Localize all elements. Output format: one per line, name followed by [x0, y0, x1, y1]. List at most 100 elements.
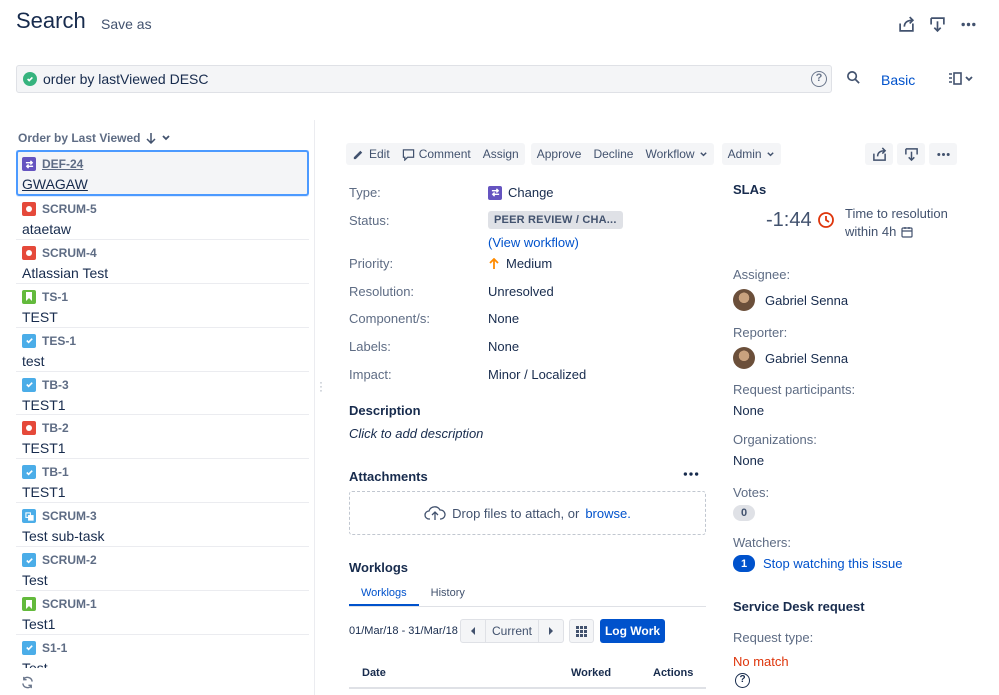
- change-type-icon: [22, 157, 36, 171]
- issue-key[interactable]: DEF-24: [42, 157, 83, 171]
- issue-summary: Test: [22, 572, 48, 589]
- tab-worklogs[interactable]: Worklogs: [349, 585, 419, 606]
- tab-history[interactable]: History: [419, 585, 477, 606]
- issue-key[interactable]: SCRUM-1: [42, 597, 97, 611]
- browse-link[interactable]: browse.: [585, 506, 631, 521]
- issue-key[interactable]: TS-1: [42, 290, 68, 304]
- assignee-value[interactable]: Gabriel Senna: [733, 289, 848, 311]
- list-item[interactable]: TB-3 TEST1: [16, 372, 309, 416]
- issue-key[interactable]: TB-1: [42, 465, 69, 479]
- participants-value: None: [733, 403, 765, 418]
- basic-mode-link[interactable]: Basic: [881, 72, 915, 88]
- attachments-more-icon[interactable]: [682, 467, 700, 481]
- chevron-right-icon: [549, 627, 553, 635]
- share-issue-button[interactable]: [865, 143, 893, 165]
- workflow-dropdown[interactable]: Workflow: [639, 143, 713, 165]
- current-period-button[interactable]: Current: [485, 620, 539, 642]
- assignee-label: Assignee:: [733, 267, 791, 282]
- list-item[interactable]: TES-1 test: [16, 328, 309, 372]
- labels-value: None: [488, 339, 520, 354]
- export-icon[interactable]: [927, 14, 947, 34]
- layout-icon: [949, 72, 962, 85]
- save-as-button[interactable]: Save as: [101, 16, 152, 32]
- list-item[interactable]: SCRUM-4 Atlassian Test: [16, 240, 309, 284]
- votes-label: Votes:: [733, 485, 770, 500]
- list-item[interactable]: TB-2 TEST1: [16, 415, 309, 460]
- story-type-icon: [22, 597, 36, 612]
- list-item[interactable]: TB-1 TEST1: [16, 459, 309, 504]
- issue-summary: ataetaw: [22, 221, 72, 237]
- status-lozenge[interactable]: PEER REVIEW / CHA...: [488, 211, 623, 229]
- votes-value[interactable]: 0: [733, 505, 755, 521]
- task-type-icon: [22, 640, 36, 655]
- page-title: Search: [16, 8, 86, 33]
- issue-list: DEF-24 GWAGAW SCRUM-5 ataetaw SCRUM-4 Atlassi…: [16, 150, 309, 668]
- issue-summary: TEST1: [22, 396, 66, 413]
- panel-resize-handle[interactable]: · · ·: [319, 376, 325, 396]
- attachment-dropzone[interactable]: Drop files to attach, or browse.: [349, 491, 706, 535]
- issue-key[interactable]: SCRUM-5: [42, 202, 97, 216]
- issue-key[interactable]: SCRUM-2: [42, 553, 97, 567]
- help-icon[interactable]: ?: [735, 673, 750, 688]
- next-period-button[interactable]: [539, 620, 563, 642]
- decline-button[interactable]: Decline: [587, 143, 639, 165]
- comment-button[interactable]: Comment: [396, 143, 477, 165]
- issue-summary: GWAGAW: [22, 176, 88, 192]
- share-icon[interactable]: [896, 14, 916, 34]
- list-item[interactable]: SCRUM-1 Test1: [16, 591, 309, 635]
- share-icon: [872, 146, 886, 161]
- list-item[interactable]: SCRUM-2 Test: [16, 547, 309, 592]
- refresh-icon[interactable]: [21, 676, 35, 690]
- avatar: [733, 347, 755, 369]
- list-item[interactable]: SCRUM-5 ataetaw: [16, 196, 309, 240]
- issue-summary: TEST1: [22, 484, 66, 501]
- list-item[interactable]: DEF-24 GWAGAW: [16, 150, 309, 196]
- view-workflow-link[interactable]: View workflow: [492, 235, 574, 250]
- issue-key[interactable]: S1-1: [42, 641, 67, 655]
- list-item[interactable]: TS-1 TEST: [16, 284, 309, 328]
- stop-watching-link[interactable]: Stop watching this issue: [763, 556, 902, 571]
- more-icon[interactable]: [958, 14, 978, 34]
- assign-button[interactable]: Assign: [477, 143, 525, 165]
- issue-summary: TEST1: [22, 440, 66, 457]
- chevron-down-icon[interactable]: [161, 133, 171, 143]
- issue-key[interactable]: SCRUM-3: [42, 509, 97, 523]
- admin-dropdown[interactable]: Admin: [722, 143, 781, 165]
- bug-type-icon: [22, 245, 36, 260]
- previous-period-button[interactable]: [461, 620, 485, 642]
- drop-files-text: Drop files to attach, or: [452, 505, 580, 521]
- watchers-count-badge[interactable]: 1: [733, 555, 755, 572]
- worklog-table-divider: [349, 687, 706, 689]
- task-type-icon: [22, 553, 36, 568]
- issue-key[interactable]: TB-3: [42, 378, 69, 392]
- edit-button[interactable]: Edit: [346, 143, 396, 165]
- more-actions-button[interactable]: [929, 143, 957, 165]
- issue-key[interactable]: TES-1: [42, 334, 76, 348]
- reporter-value[interactable]: Gabriel Senna: [733, 347, 848, 369]
- jql-search-input[interactable]: order by lastViewed DESC ?: [16, 65, 832, 93]
- watchers-label: Watchers:: [733, 535, 792, 550]
- layout-switcher-button[interactable]: [948, 70, 978, 88]
- log-work-button[interactable]: Log Work: [600, 619, 665, 643]
- cloud-upload-icon: [424, 506, 446, 520]
- issue-key[interactable]: SCRUM-4: [42, 246, 97, 260]
- issue-key[interactable]: TB-2: [42, 421, 69, 435]
- organizations-value: None: [733, 453, 765, 468]
- list-item[interactable]: SCRUM-3 Test sub-task: [16, 503, 309, 548]
- column-date: Date: [362, 667, 386, 679]
- votes-count-badge: 0: [733, 505, 755, 521]
- description-field[interactable]: Click to add description: [349, 426, 483, 441]
- column-worked: Worked: [571, 667, 612, 679]
- help-icon[interactable]: ?: [811, 71, 827, 87]
- calendar-icon: [901, 226, 913, 238]
- components-value: None: [488, 311, 520, 326]
- search-icon[interactable]: [846, 70, 862, 86]
- order-by-dropdown[interactable]: Order by Last Viewed: [18, 131, 171, 145]
- calendar-grid-button[interactable]: [569, 619, 594, 643]
- arrow-down-icon[interactable]: [145, 132, 157, 144]
- export-issue-button[interactable]: [897, 143, 925, 165]
- list-item[interactable]: S1-1 Test: [16, 635, 309, 668]
- approve-button[interactable]: Approve: [531, 143, 588, 165]
- issue-summary: test: [22, 352, 45, 369]
- column-actions: Actions: [653, 667, 694, 679]
